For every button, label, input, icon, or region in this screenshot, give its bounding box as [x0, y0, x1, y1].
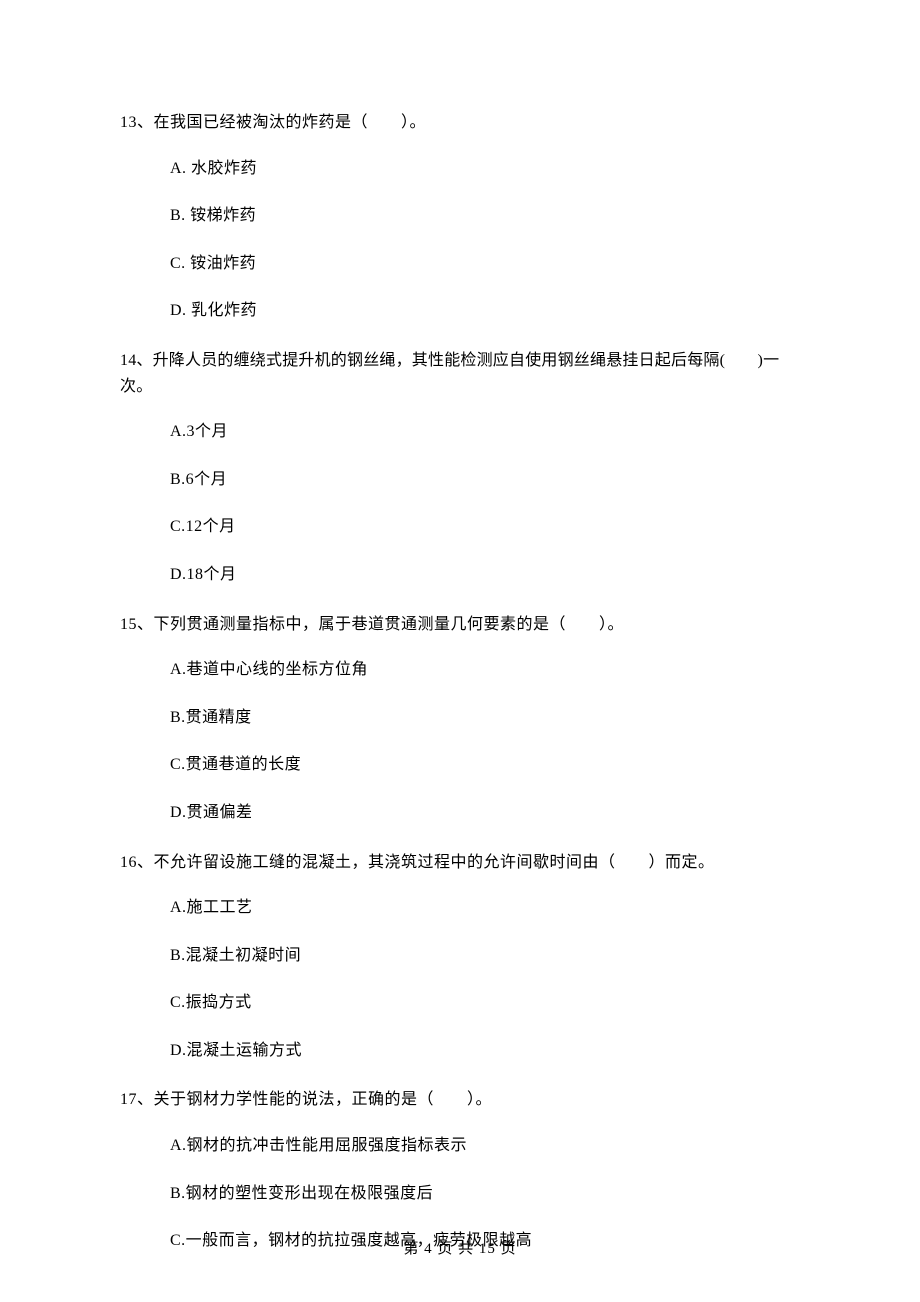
- option-d: D. 乳化炸药: [120, 298, 800, 324]
- option-a: A.巷道中心线的坐标方位角: [120, 657, 800, 683]
- option-a: A.钢材的抗冲击性能用屈服强度指标表示: [120, 1133, 800, 1159]
- option-b: B.钢材的塑性变形出现在极限强度后: [120, 1181, 800, 1207]
- question-number: 17、: [120, 1091, 154, 1108]
- option-c: C.贯通巷道的长度: [120, 752, 800, 778]
- question-number: 14、: [120, 352, 153, 369]
- option-d: D.混凝土运输方式: [120, 1038, 800, 1064]
- option-c: C. 铵油炸药: [120, 251, 800, 277]
- option-d: D.18个月: [120, 562, 800, 588]
- question-16: 16、不允许留设施工缝的混凝土，其浇筑过程中的允许间歇时间由（ ）而定。: [120, 850, 800, 876]
- option-b: B. 铵梯炸药: [120, 203, 800, 229]
- question-17: 17、关于钢材力学性能的说法，正确的是（ ）。: [120, 1087, 800, 1113]
- option-b: B.6个月: [120, 467, 800, 493]
- option-c: C.振捣方式: [120, 990, 800, 1016]
- question-body: 在我国已经被淘汰的炸药是（ ）。: [154, 114, 427, 131]
- question-14: 14、升降人员的缠绕式提升机的钢丝绳，其性能检测应自使用钢丝绳悬挂日起后每隔( …: [120, 348, 800, 399]
- option-a: A.3个月: [120, 419, 800, 445]
- option-a: A.施工工艺: [120, 895, 800, 921]
- option-b: B.贯通精度: [120, 705, 800, 731]
- question-number: 15、: [120, 616, 154, 633]
- options-16: A.施工工艺 B.混凝土初凝时间 C.振捣方式 D.混凝土运输方式: [120, 895, 800, 1063]
- option-a: A. 水胶炸药: [120, 156, 800, 182]
- question-number: 16、: [120, 854, 154, 871]
- option-c: C.12个月: [120, 514, 800, 540]
- question-15: 15、下列贯通测量指标中，属于巷道贯通测量几何要素的是（ ）。: [120, 612, 800, 638]
- options-14: A.3个月 B.6个月 C.12个月 D.18个月: [120, 419, 800, 587]
- options-15: A.巷道中心线的坐标方位角 B.贯通精度 C.贯通巷道的长度 D.贯通偏差: [120, 657, 800, 825]
- options-17: A.钢材的抗冲击性能用屈服强度指标表示 B.钢材的塑性变形出现在极限强度后 C.…: [120, 1133, 800, 1254]
- question-body: 下列贯通测量指标中，属于巷道贯通测量几何要素的是（ ）。: [154, 616, 625, 633]
- question-body: 升降人员的缠绕式提升机的钢丝绳，其性能检测应自使用钢丝绳悬挂日起后每隔( )一次…: [120, 352, 779, 395]
- question-number: 13、: [120, 114, 154, 131]
- option-b: B.混凝土初凝时间: [120, 943, 800, 969]
- options-13: A. 水胶炸药 B. 铵梯炸药 C. 铵油炸药 D. 乳化炸药: [120, 156, 800, 324]
- question-body: 不允许留设施工缝的混凝土，其浇筑过程中的允许间歇时间由（ ）而定。: [154, 854, 715, 871]
- option-d: D.贯通偏差: [120, 800, 800, 826]
- question-body: 关于钢材力学性能的说法，正确的是（ ）。: [154, 1091, 493, 1108]
- page-footer: 第 4 页 共 15 页: [0, 1237, 920, 1258]
- page-content: 13、在我国已经被淘汰的炸药是（ ）。 A. 水胶炸药 B. 铵梯炸药 C. 铵…: [0, 0, 920, 1254]
- question-13: 13、在我国已经被淘汰的炸药是（ ）。: [120, 110, 800, 136]
